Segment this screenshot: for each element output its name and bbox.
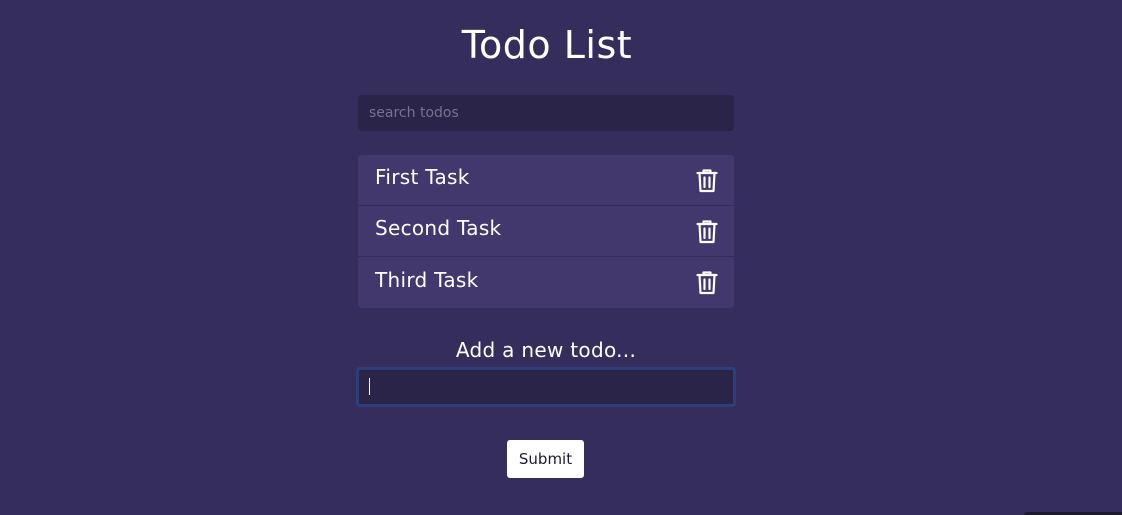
add-todo-input[interactable] <box>356 367 736 407</box>
trash-icon[interactable] <box>695 218 719 244</box>
todo-text: First Task <box>375 165 470 189</box>
trash-icon[interactable] <box>695 167 719 193</box>
search-input[interactable] <box>358 95 734 131</box>
todo-list: First Task Second Task Third Task <box>358 155 734 308</box>
text-cursor <box>369 378 370 395</box>
submit-button[interactable]: Submit <box>507 440 584 478</box>
todo-text: Third Task <box>375 267 479 292</box>
add-todo-label: Add a new todo... <box>455 338 637 362</box>
page-title: Todo List <box>461 23 633 67</box>
todo-item: Third Task <box>358 257 734 308</box>
todo-item: First Task <box>358 155 734 206</box>
trash-icon[interactable] <box>695 270 719 296</box>
todo-item: Second Task <box>358 206 734 257</box>
todo-text: Second Task <box>375 216 502 240</box>
